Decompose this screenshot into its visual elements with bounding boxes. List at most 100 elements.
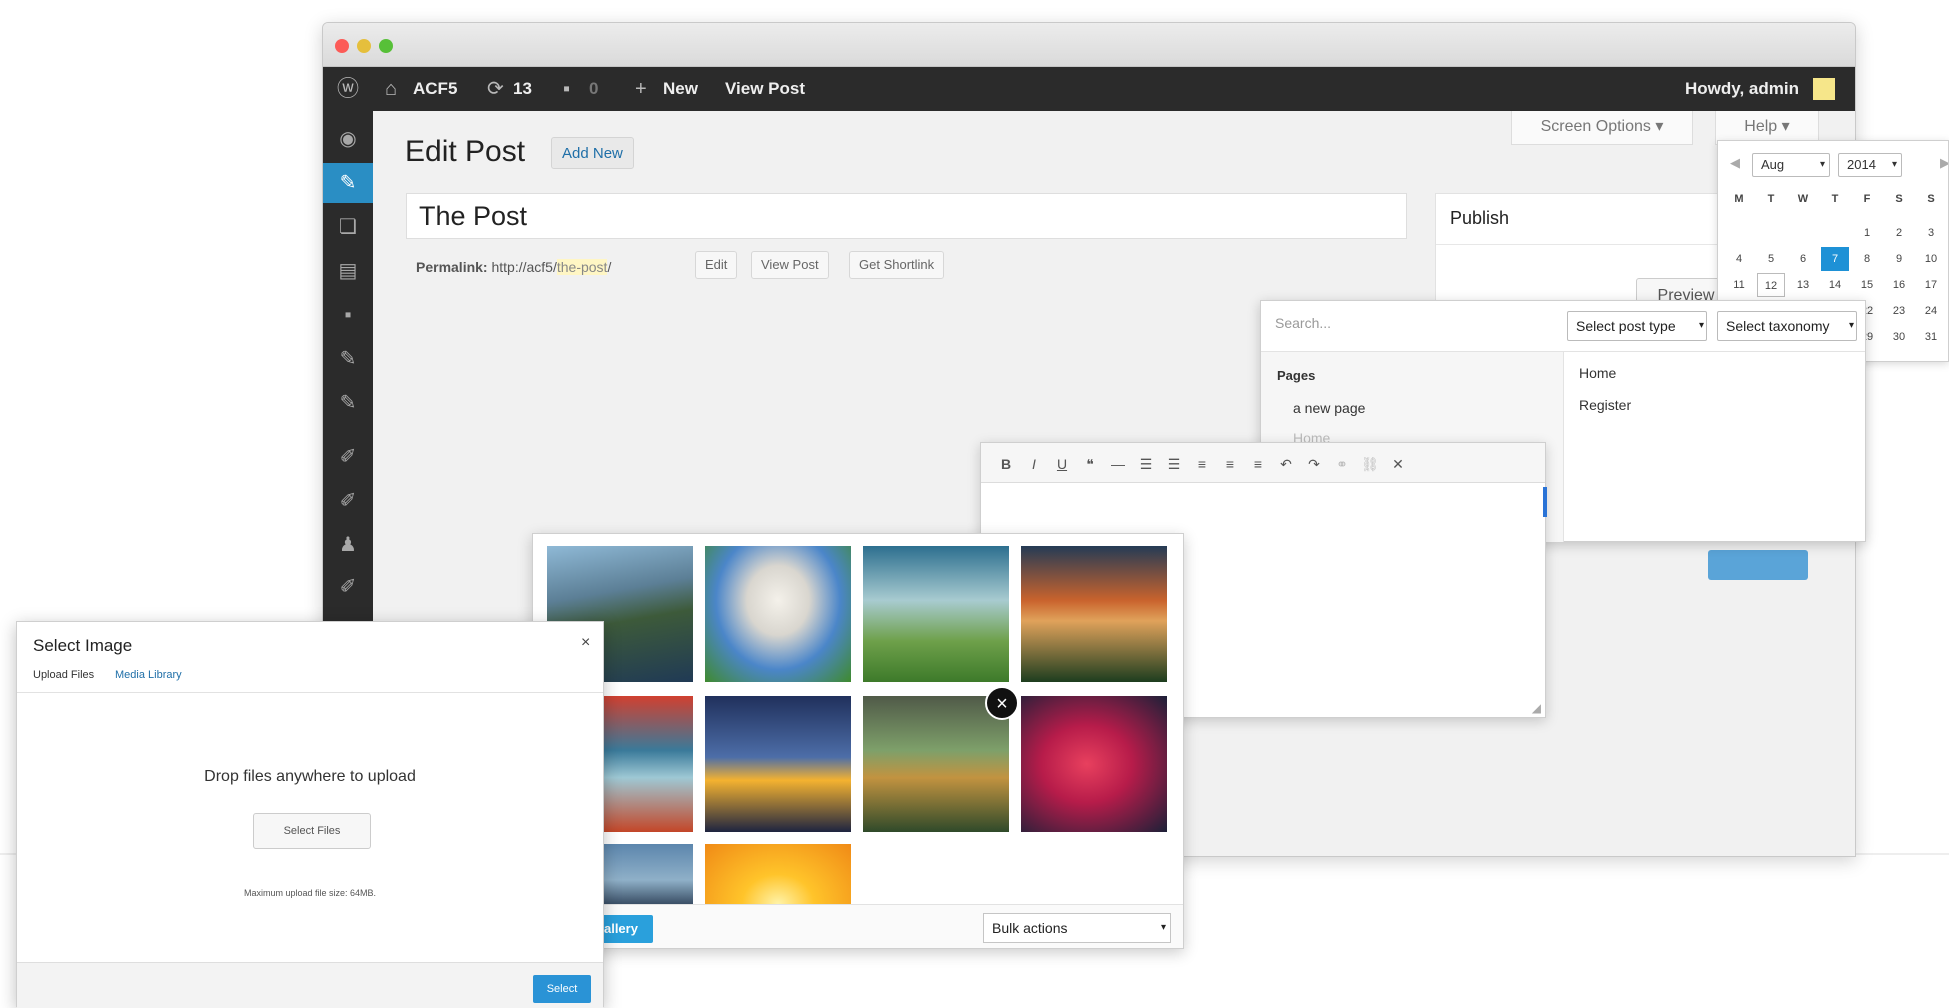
unlink-icon[interactable]: ⛓: [1357, 453, 1383, 475]
weekday-label: F: [1863, 193, 1871, 205]
gallery-image-sun[interactable]: [705, 844, 851, 904]
post-type-select[interactable]: Select post type ▾: [1567, 311, 1707, 341]
calendar-day[interactable]: 16: [1885, 273, 1913, 297]
users-icon[interactable]: ♟: [323, 525, 373, 565]
edit-permalink-button[interactable]: Edit: [695, 251, 738, 279]
site-name-link[interactable]: ACF5: [413, 67, 457, 111]
gallery-image-golden-pavilion[interactable]: [863, 696, 1009, 832]
undo-icon[interactable]: ↶: [1273, 453, 1299, 475]
comments-count[interactable]: 0: [589, 67, 598, 111]
add-new-button[interactable]: Add New: [551, 137, 634, 169]
publish-title: Publish: [1450, 208, 1510, 228]
align-center-icon[interactable]: ≡: [1217, 453, 1243, 475]
gallery-image-red-leaves[interactable]: [1021, 696, 1167, 832]
bullet-list-icon[interactable]: ☰: [1133, 453, 1159, 475]
plugins-icon[interactable]: ✐: [323, 481, 373, 521]
calendar-day[interactable]: 13: [1789, 273, 1817, 297]
gallery-image-balloon-field[interactable]: [863, 546, 1009, 682]
month-select[interactable]: Aug ▾: [1752, 153, 1830, 177]
gallery-image-sea-sunset[interactable]: [705, 696, 851, 832]
blockquote-icon[interactable]: ❝: [1077, 453, 1103, 475]
year-select[interactable]: 2014 ▾: [1838, 153, 1902, 177]
tab-media-library[interactable]: Media Library: [115, 669, 182, 681]
get-shortlink-button[interactable]: Get Shortlink: [849, 251, 945, 279]
calendar-day[interactable]: 1: [1853, 221, 1881, 245]
calendar-day[interactable]: 17: [1917, 273, 1945, 297]
view-post-link[interactable]: View Post: [725, 67, 805, 111]
permalink-slug[interactable]: the-post: [556, 259, 608, 275]
view-post-button[interactable]: View Post: [751, 251, 829, 279]
weekday-label: S: [1927, 193, 1935, 205]
calendar-day[interactable]: 6: [1789, 247, 1817, 271]
taxonomy-select[interactable]: Select taxonomy ▾: [1717, 311, 1857, 341]
posts-pin-icon[interactable]: ✎: [323, 163, 373, 203]
fullscreen-icon[interactable]: ✕: [1385, 453, 1411, 475]
zoom-window-dot[interactable]: [379, 39, 393, 53]
update-button[interactable]: [1708, 550, 1808, 580]
calendar-day[interactable]: 5: [1757, 247, 1785, 271]
select-button[interactable]: Select: [533, 975, 591, 1003]
calendar-day[interactable]: 11: [1725, 273, 1753, 297]
avatar[interactable]: [1813, 78, 1835, 100]
link-icon[interactable]: ⚭: [1329, 453, 1355, 475]
list-item[interactable]: Register: [1579, 397, 1631, 413]
screen-options-tab[interactable]: Screen Options ▾: [1511, 111, 1693, 145]
calendar-day[interactable]: 9: [1885, 247, 1913, 271]
list-item[interactable]: a new page: [1293, 400, 1365, 416]
chevron-down-icon: ▾: [1819, 159, 1825, 170]
remove-image-close-icon[interactable]: ×: [985, 686, 1019, 720]
modal-close-icon[interactable]: ×: [581, 634, 590, 652]
calendar-day[interactable]: 4: [1725, 247, 1753, 271]
calendar-day[interactable]: 24: [1917, 299, 1945, 323]
calendar-day[interactable]: 3: [1917, 221, 1945, 245]
numbered-list-icon[interactable]: ☰: [1161, 453, 1187, 475]
howdy-user-link[interactable]: Howdy, admin: [1685, 67, 1799, 111]
tools-wrench-icon[interactable]: ✐: [323, 567, 373, 607]
calendar-day[interactable]: 10: [1917, 247, 1945, 271]
close-window-dot[interactable]: [335, 39, 349, 53]
weekday-label: S: [1895, 193, 1903, 205]
calendar-day[interactable]: 7: [1821, 247, 1849, 271]
align-left-icon[interactable]: ≡: [1189, 453, 1215, 475]
underline-icon[interactable]: U: [1049, 453, 1075, 475]
bulk-actions-select[interactable]: Bulk actions ▾: [983, 913, 1171, 943]
wordpress-logo-icon[interactable]: ⓦ: [337, 67, 359, 111]
gallery-image-sunset-lake[interactable]: [1021, 546, 1167, 682]
tab-upload-files[interactable]: Upload Files: [33, 669, 94, 681]
calendar-day[interactable]: 30: [1885, 325, 1913, 349]
calendar-day[interactable]: 8: [1853, 247, 1881, 271]
minimize-window-dot[interactable]: [357, 39, 371, 53]
horizontal-rule-icon[interactable]: —: [1105, 453, 1131, 475]
gallery-image-white-tree[interactable]: [705, 546, 851, 682]
chevron-down-icon: ▾: [1891, 159, 1897, 170]
calendar-day[interactable]: 31: [1917, 325, 1945, 349]
calendar-day[interactable]: 2: [1885, 221, 1913, 245]
updates-count[interactable]: 13: [513, 67, 532, 111]
appearance-brush-icon[interactable]: ✐: [323, 437, 373, 477]
media-icon[interactable]: ❏: [323, 207, 373, 247]
redo-icon[interactable]: ↷: [1301, 453, 1327, 475]
calendar-day[interactable]: 15: [1853, 273, 1881, 297]
prev-month-icon[interactable]: ◀: [1730, 155, 1740, 171]
select-files-button[interactable]: Select Files: [253, 813, 371, 849]
calendar-day[interactable]: 14: [1821, 273, 1849, 297]
resize-handle-icon[interactable]: ◢: [1532, 701, 1541, 715]
pages-icon[interactable]: ▤: [323, 251, 373, 291]
permalink-label: Permalink:: [416, 259, 488, 275]
calendar-day[interactable]: 23: [1885, 299, 1913, 323]
next-month-icon[interactable]: ▶: [1940, 155, 1948, 171]
chevron-down-icon: ▾: [1845, 312, 1854, 340]
dashboard-icon[interactable]: ◉: [323, 119, 373, 159]
calendar-day[interactable]: 12: [1757, 273, 1785, 297]
permalink-base[interactable]: http://acf5/: [491, 259, 556, 275]
bold-icon[interactable]: B: [993, 453, 1019, 475]
custom-post-pin-icon[interactable]: ✎: [323, 339, 373, 379]
italic-icon[interactable]: I: [1021, 453, 1047, 475]
comments-menu-icon[interactable]: ▪: [323, 295, 373, 335]
link-search-input[interactable]: Search...: [1275, 315, 1331, 331]
custom-post-pin-icon-2[interactable]: ✎: [323, 383, 373, 423]
post-title-input[interactable]: The Post: [406, 193, 1407, 239]
align-right-icon[interactable]: ≡: [1245, 453, 1271, 475]
new-content-link[interactable]: New: [663, 67, 698, 111]
list-item[interactable]: Home: [1579, 365, 1616, 381]
